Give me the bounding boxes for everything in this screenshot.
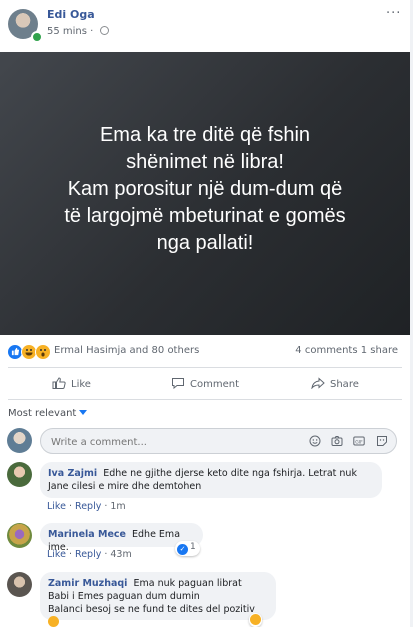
share-icon <box>311 377 325 389</box>
commenter-name[interactable]: Iva Zajmi <box>48 468 97 479</box>
comment-reaction-icon[interactable] <box>249 613 262 627</box>
comment-meta: Like · Reply · 43m <box>47 549 132 560</box>
comment-text-line: Balanci besoj se ne fund te dites del po… <box>48 604 255 615</box>
comment-time[interactable]: 43m <box>110 549 131 560</box>
comments-shares-count[interactable]: 4 comments 1 share <box>295 345 398 356</box>
comment-reply-link[interactable]: Reply <box>75 549 101 560</box>
reaction-stats: Ermal Hasimja and 80 others 4 comments 1… <box>0 338 410 364</box>
online-status-dot <box>31 31 43 43</box>
comment-text-line: Ema nuk paguan librat <box>133 578 242 589</box>
commenter-avatar[interactable] <box>7 572 32 597</box>
caret-down-icon <box>79 410 88 415</box>
comment-icon <box>172 378 184 389</box>
globe-icon <box>99 26 109 35</box>
commenter-avatar[interactable] <box>7 523 32 548</box>
haha-reaction-icon <box>250 614 261 625</box>
post-text-line: shënimet në libra! <box>126 151 284 173</box>
comment-like-link[interactable]: Like <box>47 501 66 512</box>
post-text-line: Kam porositur një dum-dum që <box>67 178 343 200</box>
svg-text:GIF: GIF <box>355 439 363 445</box>
comment-input[interactable] <box>49 433 293 451</box>
comment-time[interactable]: 1m <box>110 501 125 512</box>
author-name[interactable]: Edi Oga <box>47 8 95 21</box>
current-user-avatar[interactable] <box>7 428 32 453</box>
comment-reaction-count[interactable]: ✓ 1 <box>175 541 200 556</box>
comment-composer: GIF <box>40 428 397 454</box>
post-text-line: Ema ka tre ditë që fshin <box>99 124 311 146</box>
sort-comments-dropdown[interactable]: Most relevant <box>8 408 88 419</box>
commenter-avatar[interactable] <box>7 462 32 487</box>
divider <box>8 367 402 368</box>
like-reaction-icon: ✓ <box>177 544 188 555</box>
gif-icon[interactable]: GIF <box>353 435 365 447</box>
camera-icon[interactable] <box>331 435 343 447</box>
grinning-emoji-icon <box>48 616 59 627</box>
divider <box>8 399 402 400</box>
comment-bubble: Zamir Muzhaqi Ema nuk paguan librat Babi… <box>40 572 276 627</box>
like-button[interactable]: Like <box>52 377 91 390</box>
post-text: Ema ka tre ditë që fshin shënimet në lib… <box>0 122 410 257</box>
post-header: Edi Oga 55 mins · ··· <box>0 0 410 50</box>
commenter-name[interactable]: Marinela Mece <box>48 529 126 540</box>
post-actions: Like Comment Share <box>0 369 410 399</box>
wow-reaction-icon[interactable] <box>35 344 51 360</box>
post-time[interactable]: 55 mins · <box>47 26 109 37</box>
comment-reply-link[interactable]: Reply <box>75 501 101 512</box>
comment-text-line: Babi i Emes paguan dum dumin <box>48 591 200 602</box>
post-card: Edi Oga 55 mins · ··· Ema ka tre ditë që… <box>0 0 410 627</box>
comment-bubble: Iva Zajmi Edhe ne gjithe djerse keto dit… <box>40 462 382 498</box>
emoji-icon[interactable] <box>309 435 321 447</box>
more-options-button[interactable]: ··· <box>386 6 401 21</box>
text-background-post: Ema ka tre ditë që fshin shënimet në lib… <box>0 52 410 335</box>
commenter-name[interactable]: Zamir Muzhaqi <box>48 578 127 589</box>
comment-like-link[interactable]: Like <box>47 549 66 560</box>
comment-meta: Like · Reply · 1m <box>47 501 126 512</box>
comment-button[interactable]: Comment <box>171 377 239 390</box>
sticker-icon[interactable] <box>376 435 388 447</box>
share-button[interactable]: Share <box>311 377 359 390</box>
post-text-line: nga pallati! <box>156 232 254 254</box>
post-text-line: të largojmë mbeturinat e gomës <box>64 205 346 227</box>
thumbs-up-icon <box>52 377 66 389</box>
reactors-link[interactable]: Ermal Hasimja and 80 others <box>54 345 199 356</box>
